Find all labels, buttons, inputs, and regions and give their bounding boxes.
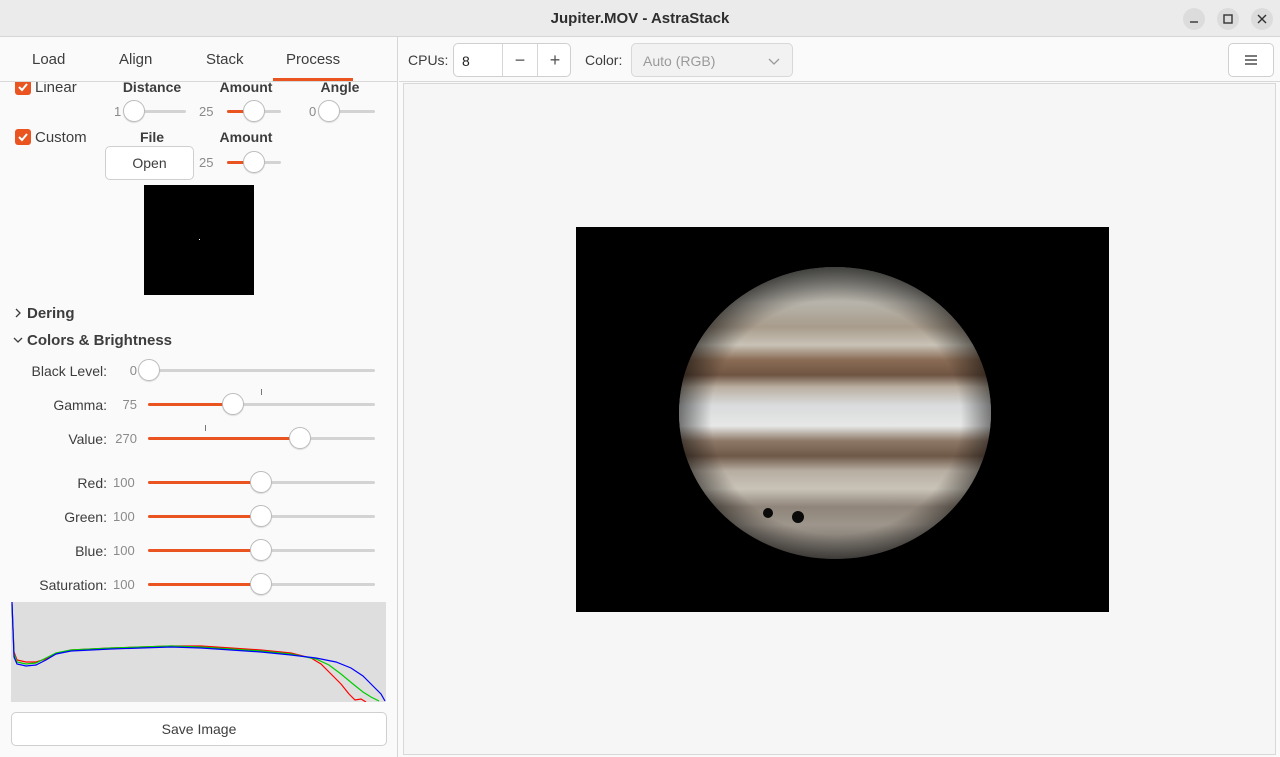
custom-amount-value: 25 xyxy=(199,155,214,170)
window-title: Jupiter.MOV - AstraStack xyxy=(550,10,730,27)
angle-value: 0 xyxy=(309,104,317,119)
blue-slider-handle[interactable] xyxy=(250,539,272,561)
color-label: Color: xyxy=(585,52,623,68)
image-viewport[interactable] xyxy=(403,83,1276,755)
close-button[interactable] xyxy=(1251,8,1273,30)
saturation-label: Saturation: xyxy=(39,577,107,593)
distance-value: 1 xyxy=(114,104,122,119)
histogram xyxy=(11,601,386,703)
chevron-down-icon[interactable] xyxy=(12,335,24,345)
histogram-green-curve xyxy=(11,604,380,702)
cpus-label: CPUs: xyxy=(408,52,449,68)
red-slider-handle[interactable] xyxy=(250,471,272,493)
green-slider-fill xyxy=(148,515,261,518)
cpus-spinner[interactable]: 8 − + xyxy=(453,43,571,77)
green-value: 100 xyxy=(113,509,135,524)
stacked-image-preview[interactable] xyxy=(576,227,1109,612)
tab-process[interactable]: Process xyxy=(286,51,340,68)
blue-slider-fill xyxy=(148,549,261,552)
close-icon xyxy=(1257,14,1267,24)
cpus-decrement-button[interactable]: − xyxy=(503,44,537,76)
gamma-value: 75 xyxy=(122,397,137,412)
value-value: 270 xyxy=(115,431,137,446)
distance-slider-handle[interactable] xyxy=(123,100,145,122)
selected-tab-indicator xyxy=(273,78,353,81)
hamburger-menu-icon xyxy=(1245,55,1257,65)
gamma-slider-fill xyxy=(148,403,233,406)
linear-amount-slider-handle[interactable] xyxy=(243,100,265,122)
gamma-slider-handle[interactable] xyxy=(222,393,244,415)
red-value: 100 xyxy=(113,475,135,490)
custom-kernel-preview xyxy=(144,185,254,295)
color-dropdown-value: Auto (RGB) xyxy=(643,53,716,69)
saturation-value: 100 xyxy=(113,577,135,592)
black-level-slider-track[interactable] xyxy=(148,369,375,372)
custom-amount-slider-handle[interactable] xyxy=(243,151,265,173)
green-label: Green: xyxy=(64,509,107,525)
tab-load[interactable]: Load xyxy=(32,51,65,68)
checkmark-icon xyxy=(18,83,28,92)
minimize-button[interactable] xyxy=(1183,8,1205,30)
saturation-slider-fill xyxy=(148,583,261,586)
gamma-default-mark xyxy=(261,389,262,395)
black-level-slider-handle[interactable] xyxy=(138,359,160,381)
angle-slider-handle[interactable] xyxy=(318,100,340,122)
open-file-label: Open xyxy=(132,155,167,171)
maximize-icon xyxy=(1223,14,1233,24)
file-header: File xyxy=(139,129,165,145)
blue-value: 100 xyxy=(113,543,135,558)
chevron-right-icon[interactable] xyxy=(13,307,23,319)
save-image-button[interactable]: Save Image xyxy=(11,712,387,746)
plus-icon: + xyxy=(549,49,561,70)
histogram-red-curve xyxy=(11,603,367,703)
main-menu-button[interactable] xyxy=(1228,43,1274,77)
minus-icon: − xyxy=(514,49,526,70)
custom-label: Custom xyxy=(35,129,87,146)
minimize-icon xyxy=(1190,21,1198,23)
custom-checkbox[interactable] xyxy=(15,129,31,145)
linear-amount-value: 25 xyxy=(199,104,214,119)
value-default-mark xyxy=(205,425,206,431)
maximize-button[interactable] xyxy=(1217,8,1239,30)
red-slider-fill xyxy=(148,481,261,484)
custom-amount-header: Amount xyxy=(219,129,273,145)
checkmark-icon xyxy=(18,133,28,142)
histogram-plot xyxy=(11,601,386,703)
histogram-blue-curve xyxy=(11,601,386,702)
chevron-down-icon xyxy=(768,58,780,65)
top-toolbar: CPUs: 8 − + Color: Auto (RGB) xyxy=(399,37,1280,82)
value-label: Value: xyxy=(68,431,107,447)
black-level-label: Black Level: xyxy=(31,363,107,379)
title-bar: Jupiter.MOV - AstraStack xyxy=(0,0,1280,37)
value-slider-fill xyxy=(148,437,300,440)
green-slider-handle[interactable] xyxy=(250,505,272,527)
color-dropdown[interactable]: Auto (RGB) xyxy=(631,43,793,77)
black-level-value: 0 xyxy=(129,363,137,378)
red-label: Red: xyxy=(77,475,107,491)
value-slider-handle[interactable] xyxy=(289,427,311,449)
saturation-slider-handle[interactable] xyxy=(250,573,272,595)
process-panel: Load Align Stack Process Linear Distance… xyxy=(0,37,398,757)
tab-align[interactable]: Align xyxy=(119,51,152,68)
tab-stack[interactable]: Stack xyxy=(206,51,244,68)
save-image-label: Save Image xyxy=(161,721,237,737)
gamma-label: Gamma: xyxy=(53,397,107,413)
blue-label: Blue: xyxy=(75,543,107,559)
open-file-button[interactable]: Open xyxy=(105,146,194,180)
jupiter-planet-image xyxy=(679,267,991,559)
colors-brightness-expander[interactable]: Colors & Brightness xyxy=(27,332,172,349)
tab-bar: Load Align Stack Process xyxy=(0,37,397,82)
cpus-increment-button[interactable]: + xyxy=(538,44,572,76)
cpus-input[interactable]: 8 xyxy=(462,53,470,69)
dering-expander[interactable]: Dering xyxy=(27,305,75,322)
